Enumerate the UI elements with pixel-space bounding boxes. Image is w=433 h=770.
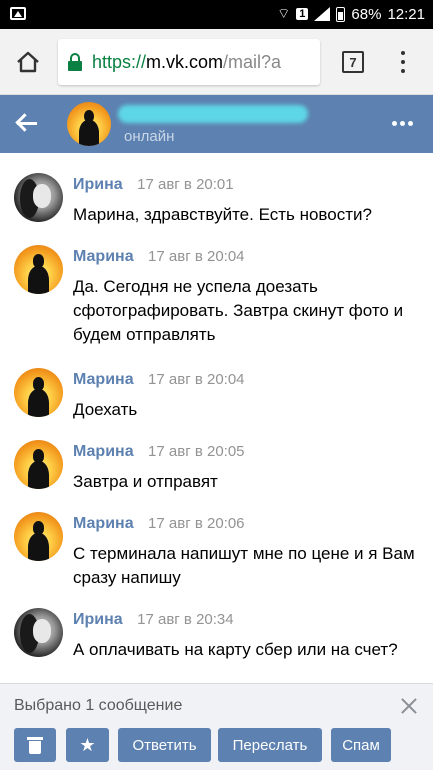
spam-button[interactable]: Спам xyxy=(331,728,391,762)
clock: 12:21 xyxy=(387,5,425,23)
star-icon: ★ xyxy=(79,735,96,755)
message-author[interactable]: Марина xyxy=(73,443,134,460)
avatar[interactable] xyxy=(14,512,63,561)
home-icon xyxy=(17,51,39,73)
sim-slot-badge: 1 xyxy=(296,8,309,20)
message-time: 17 авг в 20:01 xyxy=(137,176,234,193)
message-item[interactable]: Ирина 17 авг в 20:34 А оплачивать на кар… xyxy=(0,608,433,678)
message-list: Ирина 17 авг в 20:01 Марина, здравствуйт… xyxy=(0,153,433,683)
address-bar[interactable]: https:// m.vk.com /mail?a xyxy=(58,39,320,85)
message-time: 17 авг в 20:04 xyxy=(148,371,245,388)
message-item[interactable]: Марина 17 авг в 20:04 Да. Сегодня не усп… xyxy=(0,245,433,365)
back-arrow-icon[interactable] xyxy=(14,112,40,136)
message-time: 17 авг в 20:06 xyxy=(148,515,245,532)
message-text: Доехать xyxy=(73,400,138,419)
url-scheme: https:// xyxy=(92,51,147,72)
delete-button[interactable] xyxy=(14,728,56,762)
lock-icon xyxy=(68,53,82,71)
wifi-icon: ⌔ xyxy=(277,5,291,21)
message-time: 17 авг в 20:05 xyxy=(148,443,245,460)
close-icon[interactable] xyxy=(401,698,417,714)
message-author[interactable]: Ирина xyxy=(73,176,123,193)
message-text: С терминала напишут мне по цене и я Вам … xyxy=(73,544,415,587)
browser-menu-button[interactable] xyxy=(396,49,410,75)
battery-icon xyxy=(336,6,346,22)
selection-count-label: Выбрано 1 сообщение xyxy=(14,697,183,714)
message-item[interactable]: Марина 17 авг в 20:04 Доехать xyxy=(0,368,433,438)
avatar[interactable] xyxy=(14,245,63,294)
message-author[interactable]: Марина xyxy=(73,515,134,532)
message-author[interactable]: Ирина xyxy=(73,611,123,628)
message-text: Да. Сегодня не успела доезать сфотографи… xyxy=(73,277,404,344)
avatar[interactable] xyxy=(14,608,63,657)
message-text: Завтра и отправят xyxy=(73,472,218,491)
tab-switcher-button[interactable]: 7 xyxy=(342,51,364,73)
chat-avatar[interactable] xyxy=(67,102,111,146)
status-bar: ⌔ 1 68% 12:21 xyxy=(0,0,433,29)
url-host: m.vk.com xyxy=(146,51,224,72)
message-author[interactable]: Марина xyxy=(73,248,134,265)
avatar[interactable] xyxy=(14,440,63,489)
message-item[interactable]: Ирина 17 авг в 20:01 Марина, здравствуйт… xyxy=(0,173,433,243)
avatar[interactable] xyxy=(14,173,63,222)
redacted-chat-name xyxy=(118,105,308,123)
forward-button[interactable]: Переслать xyxy=(218,728,322,762)
more-options-icon[interactable] xyxy=(392,121,413,126)
message-text: А оплачивать на карту сбер или на счет? xyxy=(73,640,398,659)
chat-header: онлайн xyxy=(0,95,433,153)
trash-icon xyxy=(27,736,43,754)
signal-icon xyxy=(314,7,331,21)
online-status: онлайн xyxy=(124,128,175,145)
important-button[interactable]: ★ xyxy=(66,728,109,762)
message-item[interactable]: Марина 17 авг в 20:06 С терминала напишу… xyxy=(0,512,433,607)
browser-toolbar: https:// m.vk.com /mail?a 7 xyxy=(0,29,433,95)
reply-button[interactable]: Ответить xyxy=(118,728,211,762)
message-text: Марина, здравствуйте. Есть новости? xyxy=(73,205,372,224)
avatar[interactable] xyxy=(14,368,63,417)
message-author[interactable]: Марина xyxy=(73,371,134,388)
url-path: /mail?a xyxy=(223,51,282,72)
gallery-notification-icon xyxy=(10,7,26,20)
message-time: 17 авг в 20:04 xyxy=(148,248,245,265)
message-time: 17 авг в 20:34 xyxy=(137,611,234,628)
home-button[interactable] xyxy=(10,44,46,80)
battery-percent: 68% xyxy=(351,5,382,23)
message-item[interactable]: Марина 17 авг в 20:05 Завтра и отправят xyxy=(0,440,433,510)
selection-action-bar: Выбрано 1 сообщение ★ Ответить Переслать… xyxy=(0,683,433,770)
